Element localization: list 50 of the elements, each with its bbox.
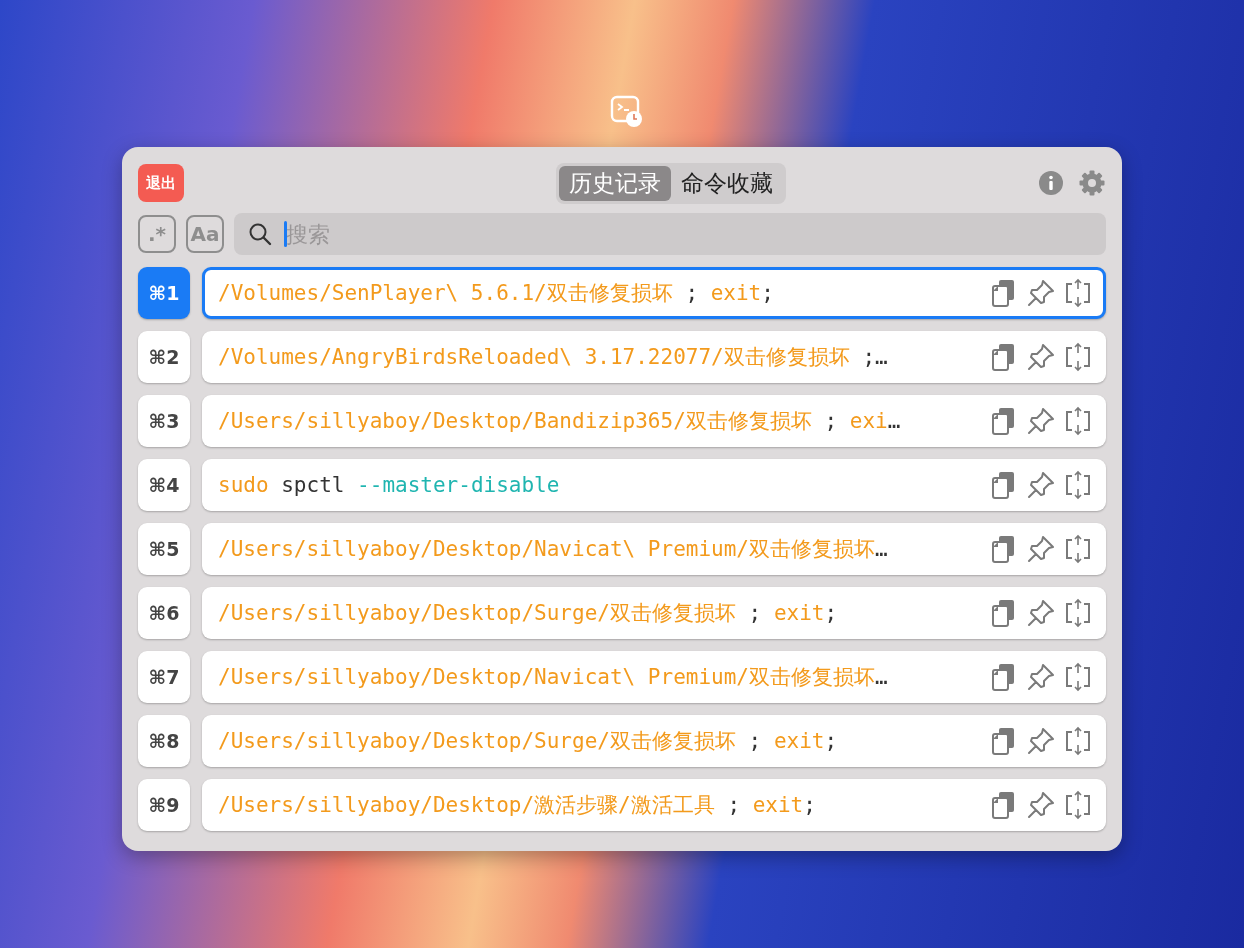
command-item[interactable]: /Users/sillyaboy/Desktop/激活步骤/激活工具 ; exit; (202, 779, 1106, 831)
expand-icon[interactable] (1064, 534, 1092, 564)
tab[interactable]: 命令收藏 (671, 165, 783, 201)
shortcut-key[interactable]: ⌘4 (138, 459, 190, 511)
pin-icon[interactable] (1026, 470, 1056, 500)
command-text: /Users/sillyaboy/Desktop/激活步骤/激活工具 ; exit; (218, 792, 817, 819)
command-item[interactable]: /Users/sillyaboy/Desktop/Navicat\ Premium/双击修复损坏… (202, 523, 1106, 575)
shortcut-key[interactable]: ⌘6 (138, 587, 190, 639)
command-item[interactable]: /Users/sillyaboy/Desktop/Surge/双击修复损坏 ; exit; (202, 715, 1106, 767)
info-icon[interactable] (1038, 170, 1064, 196)
shortcut-key[interactable]: ⌘5 (138, 523, 190, 575)
command-text: sudo spctl --master-disable (218, 473, 561, 497)
expand-icon[interactable] (1064, 406, 1092, 436)
command-text: /Users/sillyaboy/Desktop/Navicat\ Premium/双击修复损坏… (218, 536, 889, 563)
shortcut-key[interactable]: ⌘7 (138, 651, 190, 703)
settings-icon[interactable] (1078, 169, 1106, 197)
expand-icon[interactable] (1064, 662, 1092, 692)
expand-icon[interactable] (1064, 342, 1092, 372)
command-item[interactable]: /Users/sillyaboy/Desktop/Navicat\ Premium/双击修复损坏… (202, 651, 1106, 703)
command-text: /Users/sillyaboy/Desktop/Navicat\ Premium/双击修复损坏… (218, 664, 889, 691)
shortcut-key[interactable]: ⌘1 (138, 267, 190, 319)
expand-icon[interactable] (1064, 726, 1092, 756)
command-text: /Users/sillyaboy/Desktop/Bandizip365/双击修复损坏 ; exi… (218, 408, 902, 435)
shortcut-key[interactable]: ⌘9 (138, 779, 190, 831)
command-item[interactable]: /Volumes/SenPlayer\ 5.6.1/双击修复损坏 ; exit; (202, 267, 1106, 319)
pin-icon[interactable] (1026, 598, 1056, 628)
shortcut-key[interactable]: ⌘8 (138, 715, 190, 767)
command-item[interactable]: /Volumes/AngryBirdsReloaded\ 3.17.22077/双击修复损坏 ;… (202, 331, 1106, 383)
shortcut-key[interactable]: ⌘2 (138, 331, 190, 383)
terminal-clock-icon (610, 95, 644, 129)
expand-icon[interactable] (1064, 470, 1092, 500)
pin-icon[interactable] (1026, 342, 1056, 372)
pin-icon[interactable] (1026, 278, 1056, 308)
command-item[interactable]: /Users/sillyaboy/Desktop/Surge/双击修复损坏 ; exit; (202, 587, 1106, 639)
command-text: /Users/sillyaboy/Desktop/Surge/双击修复损坏 ; exit; (218, 728, 839, 755)
tab[interactable]: 历史记录 (559, 165, 671, 201)
command-item[interactable]: /Users/sillyaboy/Desktop/Bandizip365/双击修复损坏 ; exi… (202, 395, 1106, 447)
command-text: /Volumes/SenPlayer\ 5.6.1/双击修复损坏 ; exit; (218, 280, 775, 307)
expand-icon[interactable] (1064, 598, 1092, 628)
pin-icon[interactable] (1026, 790, 1056, 820)
pin-icon[interactable] (1026, 662, 1056, 692)
pin-icon[interactable] (1026, 406, 1056, 436)
pin-icon[interactable] (1026, 534, 1056, 564)
pin-icon[interactable] (1026, 726, 1056, 756)
expand-icon[interactable] (1064, 790, 1092, 820)
command-text: /Users/sillyaboy/Desktop/Surge/双击修复损坏 ; exit; (218, 600, 839, 627)
expand-icon[interactable] (1064, 278, 1092, 308)
command-text: /Volumes/AngryBirdsReloaded\ 3.17.22077/双击修复损坏 ;… (218, 344, 889, 371)
shortcut-key[interactable]: ⌘3 (138, 395, 190, 447)
command-item[interactable]: sudo spctl --master-disable (202, 459, 1106, 511)
